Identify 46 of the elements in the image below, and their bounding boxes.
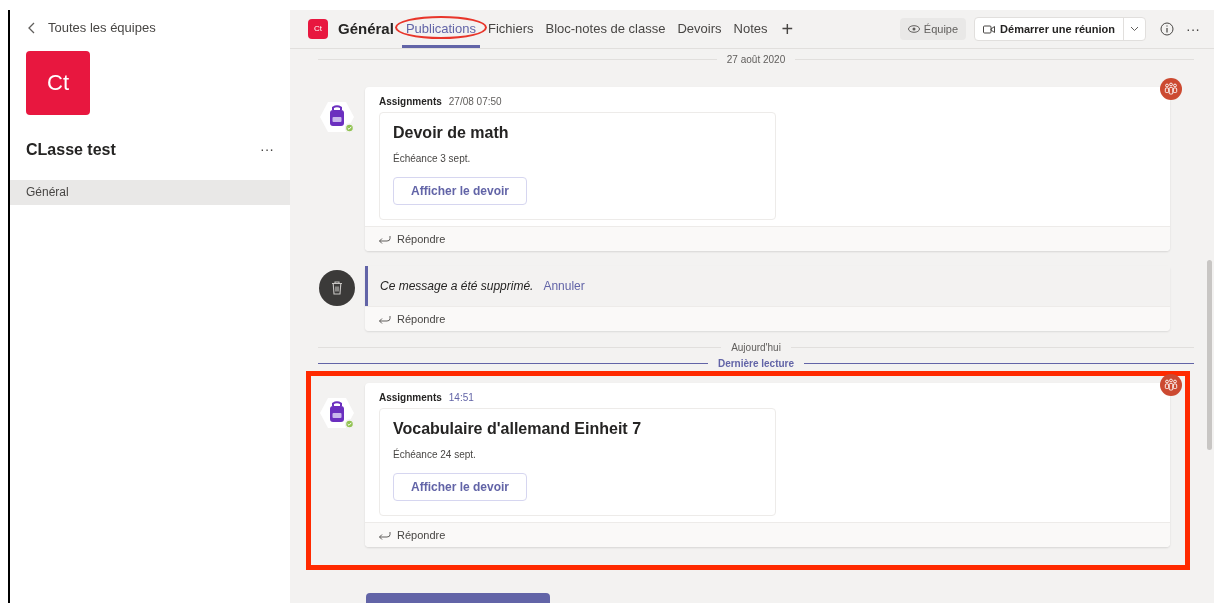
eye-icon (907, 25, 920, 33)
channel-name: Général (338, 18, 394, 39)
team-avatar: Ct (26, 50, 90, 115)
reply-arrow-icon (378, 314, 391, 324)
message-time: 27/08 07:50 (448, 95, 502, 109)
date-divider-label: 27 août 2020 (725, 52, 787, 67)
assignment-title: Devoir de math (393, 123, 510, 143)
due-date: Échéance 3 sept. (393, 151, 472, 166)
more-options-button[interactable]: ··· (260, 139, 274, 160)
info-icon[interactable] (1160, 22, 1174, 36)
chevron-down-icon (1130, 26, 1139, 32)
tab[interactable]: Notes (729, 10, 772, 48)
reply-arrow-icon (378, 530, 391, 540)
team-button[interactable]: Équipe (899, 18, 967, 40)
date-divider-label: Aujourd'hui (730, 340, 782, 355)
scrollbar-thumb[interactable] (1207, 260, 1212, 450)
team-name: CLasse test (26, 139, 116, 160)
undo-link[interactable]: Annuler (543, 277, 585, 295)
app-avatar-icon (319, 395, 355, 431)
channel-item[interactable]: Général (10, 179, 290, 205)
deleted-notice: Ce message a été supprimé. (380, 278, 534, 295)
reply-button[interactable]: Répondre (378, 526, 446, 544)
sender-name: Assignments (379, 391, 442, 405)
trash-icon (319, 270, 355, 306)
more-options-button[interactable]: ··· (1186, 18, 1200, 40)
reply-button[interactable]: Répondre (378, 230, 446, 248)
message-time: 14:51 (448, 391, 474, 405)
view-assignment-button[interactable]: Afficher le devoir (393, 177, 528, 205)
unread-divider-label: Dernière lecture (716, 356, 796, 371)
view-assignment-button[interactable]: Afficher le devoir (393, 473, 528, 501)
assignment-title: Vocabulaire d'allemand Einheit 7 (393, 419, 643, 439)
tab[interactable]: Fichiers (484, 10, 538, 48)
chevron-left-icon (28, 21, 36, 34)
tab[interactable]: Publications (401, 10, 480, 48)
meeting-button[interactable]: Démarrer une réunion (974, 17, 1146, 41)
video-camera-icon (983, 24, 996, 34)
back-link[interactable]: Toutes les équipes (28, 18, 156, 38)
tab[interactable]: Bloc-notes de classe (541, 10, 670, 48)
reply-arrow-icon (378, 234, 391, 244)
due-date: Échéance 24 sept. (393, 447, 477, 462)
add-tab-button[interactable]: + (781, 19, 794, 39)
reply-button[interactable]: Répondre (378, 310, 446, 328)
channel-avatar: Ct (308, 19, 328, 39)
sender-name: Assignments (379, 95, 442, 109)
tab[interactable]: Devoirs (673, 10, 726, 48)
app-avatar-icon (319, 99, 355, 135)
